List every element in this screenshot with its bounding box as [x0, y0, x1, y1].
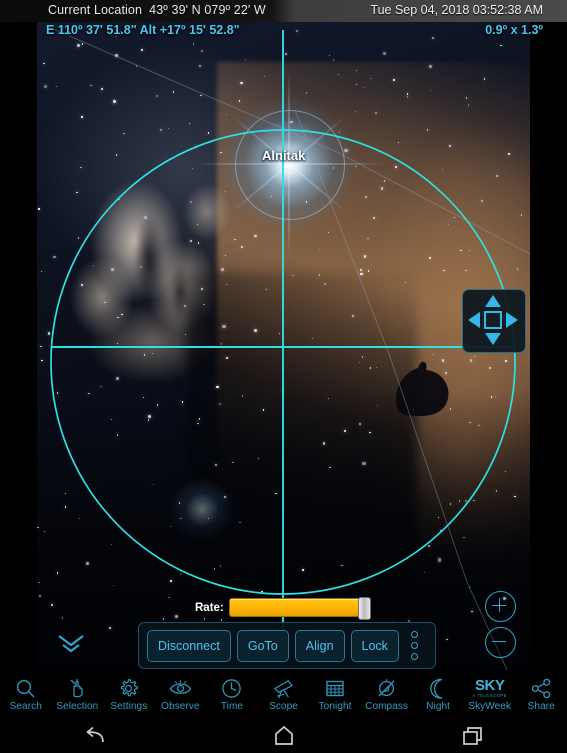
toolbar-label: Settings — [110, 700, 148, 712]
dpad-arrows-icon[interactable] — [463, 290, 523, 350]
toolbar-label: Observe — [161, 700, 200, 712]
toolbar-item-time[interactable]: Time — [206, 670, 258, 718]
sky-view[interactable]: Alnitak — [37, 22, 530, 670]
toolbar-label: Compass — [365, 700, 409, 712]
rate-label: Rate: — [195, 601, 224, 614]
sky-telescope-logo: SKY A TELESCOPE — [472, 677, 507, 700]
toolbar-item-compass[interactable]: Compass — [361, 670, 413, 718]
rate-slider-thumb[interactable] — [357, 597, 371, 620]
toolbar-label: Scope — [269, 700, 298, 712]
goto-button[interactable]: GoTo — [236, 629, 289, 662]
more-options-button[interactable] — [404, 631, 426, 660]
chevron-double-down-icon[interactable] — [55, 632, 87, 656]
zoom-out-button[interactable] — [485, 627, 516, 658]
toolbar-label: Tonight — [318, 700, 352, 712]
disconnect-button[interactable]: Disconnect — [147, 629, 231, 662]
toolbar-label: SkyWeek — [468, 700, 512, 712]
align-button[interactable]: Align — [294, 629, 345, 662]
toolbar-item-night[interactable]: Night — [412, 670, 464, 718]
home-icon[interactable] — [189, 725, 378, 747]
toolbar-item-search[interactable]: Search — [0, 670, 52, 718]
eye-icon — [169, 677, 192, 700]
compass-icon — [376, 677, 397, 700]
slew-rate-control[interactable]: Rate: — [195, 597, 371, 620]
toolbar-label: Selection — [56, 700, 99, 712]
dot — [411, 642, 419, 649]
toolbar-item-share[interactable]: Share — [515, 670, 567, 718]
calendar-icon — [325, 677, 345, 700]
toolbar-item-tonight[interactable]: Tonight — [309, 670, 361, 718]
gear-icon — [118, 677, 139, 700]
bottom-toolbar: Search Selection Settings Observe Time S… — [0, 670, 567, 718]
toolbar-label: Share — [527, 700, 555, 712]
zoom-in-button[interactable] — [485, 591, 516, 622]
clock-icon — [221, 677, 242, 700]
sky-logo-main: SKY — [475, 676, 505, 694]
sky-logo-sub: A TELESCOPE — [472, 692, 507, 698]
date-time-display: Tue Sep 04, 2018 03:52:38 AM — [370, 3, 543, 17]
telescope-icon — [272, 677, 295, 700]
toolbar-item-scope[interactable]: Scope — [258, 670, 310, 718]
star-label-alnitak[interactable]: Alnitak — [262, 148, 305, 163]
sky-safari-app: Alnitak Current Location 43º 39' N 079º … — [0, 0, 567, 753]
rate-slider-track[interactable] — [228, 597, 371, 620]
current-location: Current Location 43º 39' N 079º 22' W — [48, 3, 266, 17]
android-navigation-bar — [0, 718, 567, 753]
toolbar-label: Time — [220, 700, 244, 712]
toolbar-label: Night — [426, 700, 451, 712]
toolbar-item-skyweek[interactable]: SKY A TELESCOPE SkyWeek — [464, 670, 516, 718]
toolbar-item-selection[interactable]: Selection — [52, 670, 104, 718]
recents-icon[interactable] — [378, 725, 567, 747]
toolbar-label: Search — [9, 700, 42, 712]
location-value: 43º 39' N 079º 22' W — [149, 3, 266, 17]
telescope-dpad[interactable] — [462, 289, 526, 353]
selection-hand-icon — [67, 677, 88, 700]
location-label: Current Location — [48, 3, 143, 17]
dot — [411, 631, 419, 638]
status-bar: Current Location 43º 39' N 079º 22' W Tu… — [0, 0, 567, 22]
telescope-control-panel: Disconnect GoTo Align Lock — [138, 622, 436, 669]
toolbar-item-observe[interactable]: Observe — [155, 670, 207, 718]
lock-button[interactable]: Lock — [350, 629, 399, 662]
collapse-panel-button[interactable] — [55, 632, 87, 656]
moon-icon — [428, 677, 448, 700]
back-icon[interactable] — [0, 725, 189, 747]
sky-canvas: Alnitak — [37, 22, 530, 670]
sky-overlay-lines — [37, 22, 530, 670]
toolbar-item-settings[interactable]: Settings — [103, 670, 155, 718]
dot — [411, 653, 419, 660]
search-icon — [15, 677, 36, 700]
share-icon — [531, 677, 552, 700]
